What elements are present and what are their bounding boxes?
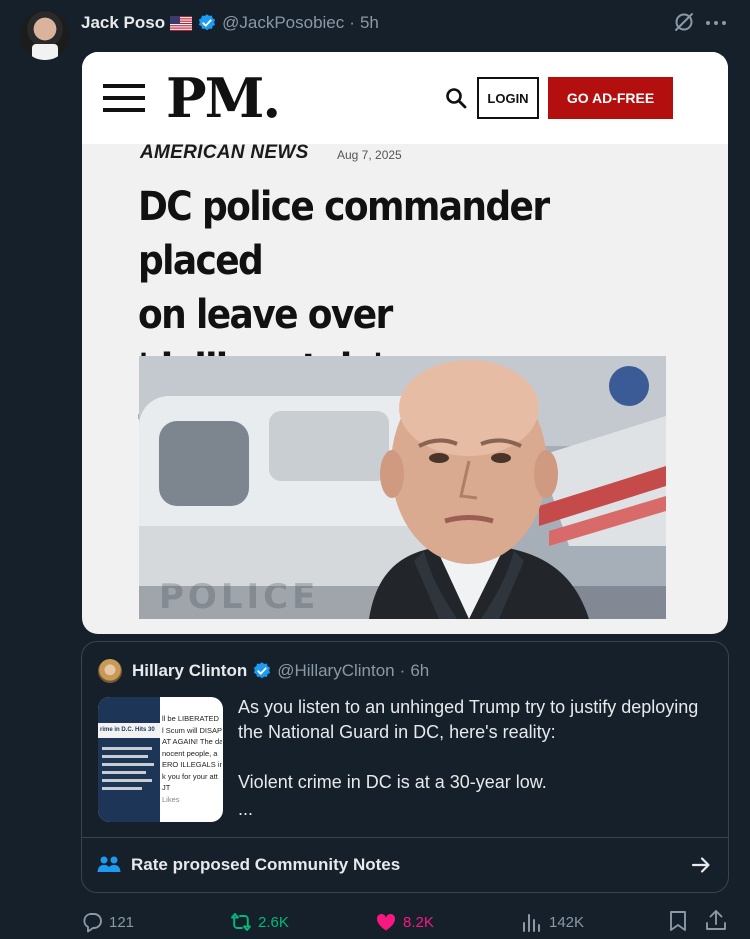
thumbnail-left-panel xyxy=(98,697,160,822)
author-avatar[interactable] xyxy=(20,10,70,60)
article-section: AMERICAN NEWS xyxy=(140,142,309,163)
tweet-header: Jack Poso @JackPosobiec · 5h xyxy=(81,12,379,34)
views-button[interactable]: 142K xyxy=(521,908,584,936)
reply-count: 121 xyxy=(109,913,135,931)
thumbnail-banner: rime in D.C. Hits 30 xyxy=(98,723,160,738)
tweet-time[interactable]: 5h xyxy=(360,13,379,33)
repost-button[interactable]: 2.6K xyxy=(230,908,289,936)
go-ad-free-button: GO AD-FREE xyxy=(548,77,673,119)
photo-illustration: POLICE xyxy=(139,356,666,619)
article-date: Aug 7, 2025 xyxy=(337,148,402,162)
people-icon xyxy=(97,856,121,872)
bookmark-icon[interactable] xyxy=(668,910,688,932)
thumbnail-headline: rime in D.C. Hits 30 xyxy=(100,727,155,733)
us-flag-icon xyxy=(170,15,193,31)
quoted-author-avatar[interactable] xyxy=(98,659,122,683)
thumbnail-text-line xyxy=(102,787,142,790)
share-icon[interactable] xyxy=(705,908,727,932)
quoted-tweet-header: Hillary Clinton @HillaryClinton · 6h xyxy=(132,659,429,683)
search-icon xyxy=(446,88,467,109)
article-image-card[interactable]: PM. LOGIN GO AD-FREE AMERICAN NEWS Aug 7… xyxy=(82,52,728,634)
reply-button[interactable]: 121 xyxy=(81,908,134,936)
quoted-tweet-text: As you listen to an unhinged Trump try t… xyxy=(238,697,699,792)
site-logo: PM. xyxy=(166,66,281,130)
views-icon xyxy=(523,914,540,932)
like-count: 8.2K xyxy=(403,913,434,931)
views-count: 142K xyxy=(549,913,585,931)
site-header: PM. LOGIN GO AD-FREE xyxy=(82,52,728,144)
thumbnail-text-line xyxy=(102,755,148,758)
quoted-author-handle[interactable]: @HillaryClinton xyxy=(277,661,394,681)
reply-icon xyxy=(83,913,102,933)
thumbnail-text-line xyxy=(102,763,154,766)
separator-dot: · xyxy=(349,13,355,32)
rate-community-notes-link[interactable]: Rate proposed Community Notes xyxy=(131,855,400,875)
arrow-right-icon[interactable] xyxy=(690,854,712,876)
login-button: LOGIN xyxy=(477,77,539,119)
verified-badge-icon xyxy=(198,14,216,31)
thumbnail-text-line xyxy=(102,779,152,782)
quoted-tweet[interactable]: Hillary Clinton @HillaryClinton · 6h rim… xyxy=(81,641,729,893)
menu-icon xyxy=(103,84,145,112)
quoted-tweet-time[interactable]: 6h xyxy=(410,661,429,681)
quoted-author-name[interactable]: Hillary Clinton xyxy=(132,661,247,681)
separator-dot: · xyxy=(399,661,406,680)
divider xyxy=(82,837,728,838)
show-more-ellipsis[interactable]: ... xyxy=(238,799,253,820)
article-photo: POLICE xyxy=(139,356,666,619)
more-icon[interactable] xyxy=(705,20,727,26)
author-handle[interactable]: @JackPosobiec xyxy=(222,13,344,33)
repost-count: 2.6K xyxy=(258,913,289,931)
quoted-media-thumbnail[interactable]: rime in D.C. Hits 30 ll be LIBERATED l S… xyxy=(98,697,223,822)
like-button[interactable]: 8.2K xyxy=(375,908,434,936)
verified-badge-icon xyxy=(254,662,271,679)
thumbnail-text-line xyxy=(102,771,146,774)
thumbnail-right-text: ll be LIBERATED l Scum will DISAP AT AGA… xyxy=(162,714,222,804)
heart-icon xyxy=(376,913,396,931)
grok-icon[interactable] xyxy=(673,11,695,33)
repost-icon xyxy=(231,913,251,931)
thumbnail-text-line xyxy=(102,747,152,750)
author-name[interactable]: Jack Poso xyxy=(81,13,165,33)
